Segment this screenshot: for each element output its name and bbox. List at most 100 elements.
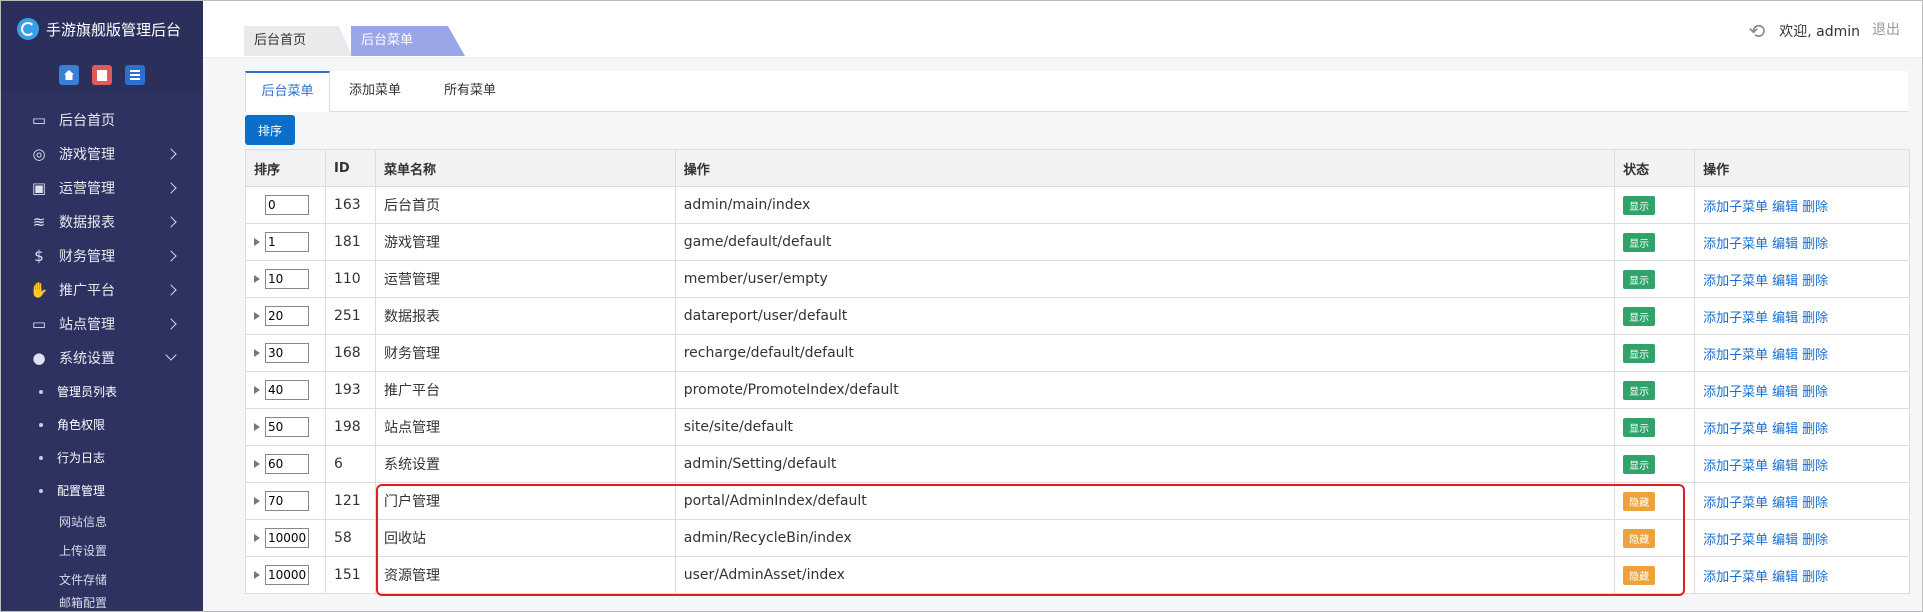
delete-link[interactable]: 删除 [1802, 422, 1828, 437]
sidebar-subitem-role[interactable]: 角色权限 [1, 408, 203, 441]
column-header[interactable]: 排序 [245, 149, 326, 187]
edit-link[interactable]: 编辑 [1772, 274, 1798, 289]
edit-link[interactable]: 编辑 [1772, 496, 1798, 511]
edit-link[interactable]: 编辑 [1772, 311, 1798, 326]
add-submenu-link[interactable]: 添加子菜单 [1703, 348, 1768, 363]
status-badge: 显示 [1623, 195, 1656, 215]
edit-link[interactable]: 编辑 [1772, 459, 1798, 474]
order-input[interactable] [265, 417, 309, 437]
add-submenu-link[interactable]: 添加子菜单 [1703, 496, 1768, 511]
status-badge: 显示 [1623, 380, 1656, 400]
table-row: 193 推广平台 promote/PromoteIndex/default 显示… [245, 371, 1910, 409]
add-submenu-link[interactable]: 添加子菜单 [1703, 200, 1768, 215]
column-header[interactable]: 操作 [1694, 149, 1910, 187]
sidebar-item-operation[interactable]: ▣ 运营管理 [1, 171, 203, 205]
path-cell: game/default/default [674, 223, 1616, 261]
sidebar-subitem-config[interactable]: 配置管理 [1, 474, 203, 507]
expand-arrow-icon[interactable] [254, 386, 260, 394]
edit-link[interactable]: 编辑 [1772, 422, 1798, 437]
sidebar-subsubitem-upload[interactable]: 上传设置 [1, 536, 203, 565]
breadcrumb-home[interactable]: 后台首页 [244, 26, 352, 56]
column-header[interactable]: 操作 [674, 149, 1616, 187]
delete-link[interactable]: 删除 [1802, 274, 1828, 289]
actions-cell: 添加子菜单 编辑 删除 [1694, 186, 1910, 224]
delete-link[interactable]: 删除 [1802, 459, 1828, 474]
column-header[interactable]: ID [324, 149, 376, 187]
expand-arrow-icon[interactable] [254, 423, 260, 431]
id-cell: 110 [324, 260, 376, 298]
order-input[interactable] [265, 528, 309, 548]
sidebar-subsubitem-storage[interactable]: 文件存储 [1, 565, 203, 594]
expand-arrow-icon[interactable] [254, 201, 260, 209]
edit-link[interactable]: 编辑 [1772, 237, 1798, 252]
list-icon[interactable] [125, 65, 145, 85]
sort-button[interactable]: 排序 [245, 115, 295, 145]
database-icon: ≋ [32, 213, 46, 231]
add-submenu-link[interactable]: 添加子菜单 [1703, 533, 1768, 548]
order-input[interactable] [265, 195, 309, 215]
expand-arrow-icon[interactable] [254, 460, 260, 468]
tab-add-menu[interactable]: 添加菜单 [335, 71, 415, 111]
home-icon[interactable] [59, 65, 79, 85]
delete-link[interactable]: 删除 [1802, 348, 1828, 363]
expand-arrow-icon[interactable] [254, 275, 260, 283]
expand-arrow-icon[interactable] [254, 238, 260, 246]
sidebar-item-site[interactable]: ▭ 站点管理 [1, 307, 203, 341]
sidebar-item-promote[interactable]: ✋ 推广平台 [1, 273, 203, 307]
order-input[interactable] [265, 454, 309, 474]
refresh-icon[interactable]: ⟲ [1748, 19, 1765, 43]
sidebar-item-system[interactable]: ● 系统设置 [1, 341, 203, 375]
column-header[interactable]: 菜单名称 [374, 149, 676, 187]
add-submenu-link[interactable]: 添加子菜单 [1703, 459, 1768, 474]
order-input[interactable] [265, 269, 309, 289]
delete-link[interactable]: 删除 [1802, 533, 1828, 548]
sidebar-subsubitem-site-info[interactable]: 网站信息 [1, 507, 203, 536]
add-submenu-link[interactable]: 添加子菜单 [1703, 385, 1768, 400]
expand-arrow-icon[interactable] [254, 349, 260, 357]
breadcrumb-current[interactable]: 后台菜单 [351, 26, 465, 56]
tab-backend-menu[interactable]: 后台菜单 [245, 71, 330, 112]
tab-all-menu[interactable]: 所有菜单 [425, 71, 515, 111]
sidebar-subitem-log[interactable]: 行为日志 [1, 441, 203, 474]
delete-link[interactable]: 删除 [1802, 385, 1828, 400]
sidebar-item-finance[interactable]: $ 财务管理 [1, 239, 203, 273]
order-input[interactable] [265, 343, 309, 363]
sidebar-subsubitem-mail[interactable]: 邮箱配置 [1, 594, 203, 608]
table-row: 198 站点管理 site/site/default 显示 添加子菜单编辑删除 [245, 408, 1910, 446]
expand-arrow-icon[interactable] [254, 312, 260, 320]
delete-link[interactable]: 删除 [1802, 311, 1828, 326]
order-input[interactable] [265, 232, 309, 252]
edit-link[interactable]: 编辑 [1772, 200, 1798, 215]
add-submenu-link[interactable]: 添加子菜单 [1703, 422, 1768, 437]
add-submenu-link[interactable]: 添加子菜单 [1703, 570, 1768, 585]
order-input[interactable] [265, 306, 309, 326]
order-input[interactable] [265, 380, 309, 400]
delete-link[interactable]: 删除 [1802, 200, 1828, 215]
add-submenu-link[interactable]: 添加子菜单 [1703, 311, 1768, 326]
sidebar-item-label: 后台首页 [59, 113, 115, 129]
expand-arrow-icon[interactable] [254, 534, 260, 542]
brand[interactable]: 手游旗舰版管理后台 [1, 1, 203, 57]
expand-arrow-icon[interactable] [254, 571, 260, 579]
delete-link[interactable]: 删除 [1802, 496, 1828, 511]
edit-link[interactable]: 编辑 [1772, 570, 1798, 585]
order-input[interactable] [265, 491, 309, 511]
logout-link[interactable]: 退出 [1872, 19, 1900, 39]
add-submenu-link[interactable]: 添加子菜单 [1703, 274, 1768, 289]
calendar-icon[interactable] [92, 65, 112, 85]
actions-cell: 添加子菜单 编辑 删除 [1694, 519, 1910, 557]
column-header[interactable]: 状态 [1614, 149, 1696, 187]
delete-link[interactable]: 删除 [1802, 570, 1828, 585]
edit-link[interactable]: 编辑 [1772, 533, 1798, 548]
edit-link[interactable]: 编辑 [1772, 385, 1798, 400]
sidebar-subitem-admin-list[interactable]: 管理员列表 [1, 375, 203, 408]
edit-link[interactable]: 编辑 [1772, 348, 1798, 363]
sidebar-item-home[interactable]: ▭ 后台首页 [1, 103, 203, 137]
add-submenu-link[interactable]: 添加子菜单 [1703, 237, 1768, 252]
sidebar-item-report[interactable]: ≋ 数据报表 [1, 205, 203, 239]
sidebar-item-game[interactable]: ◎ 游戏管理 [1, 137, 203, 171]
expand-arrow-icon[interactable] [254, 497, 260, 505]
delete-link[interactable]: 删除 [1802, 237, 1828, 252]
status-cell: 隐藏 [1614, 482, 1696, 520]
order-input[interactable] [265, 565, 309, 585]
